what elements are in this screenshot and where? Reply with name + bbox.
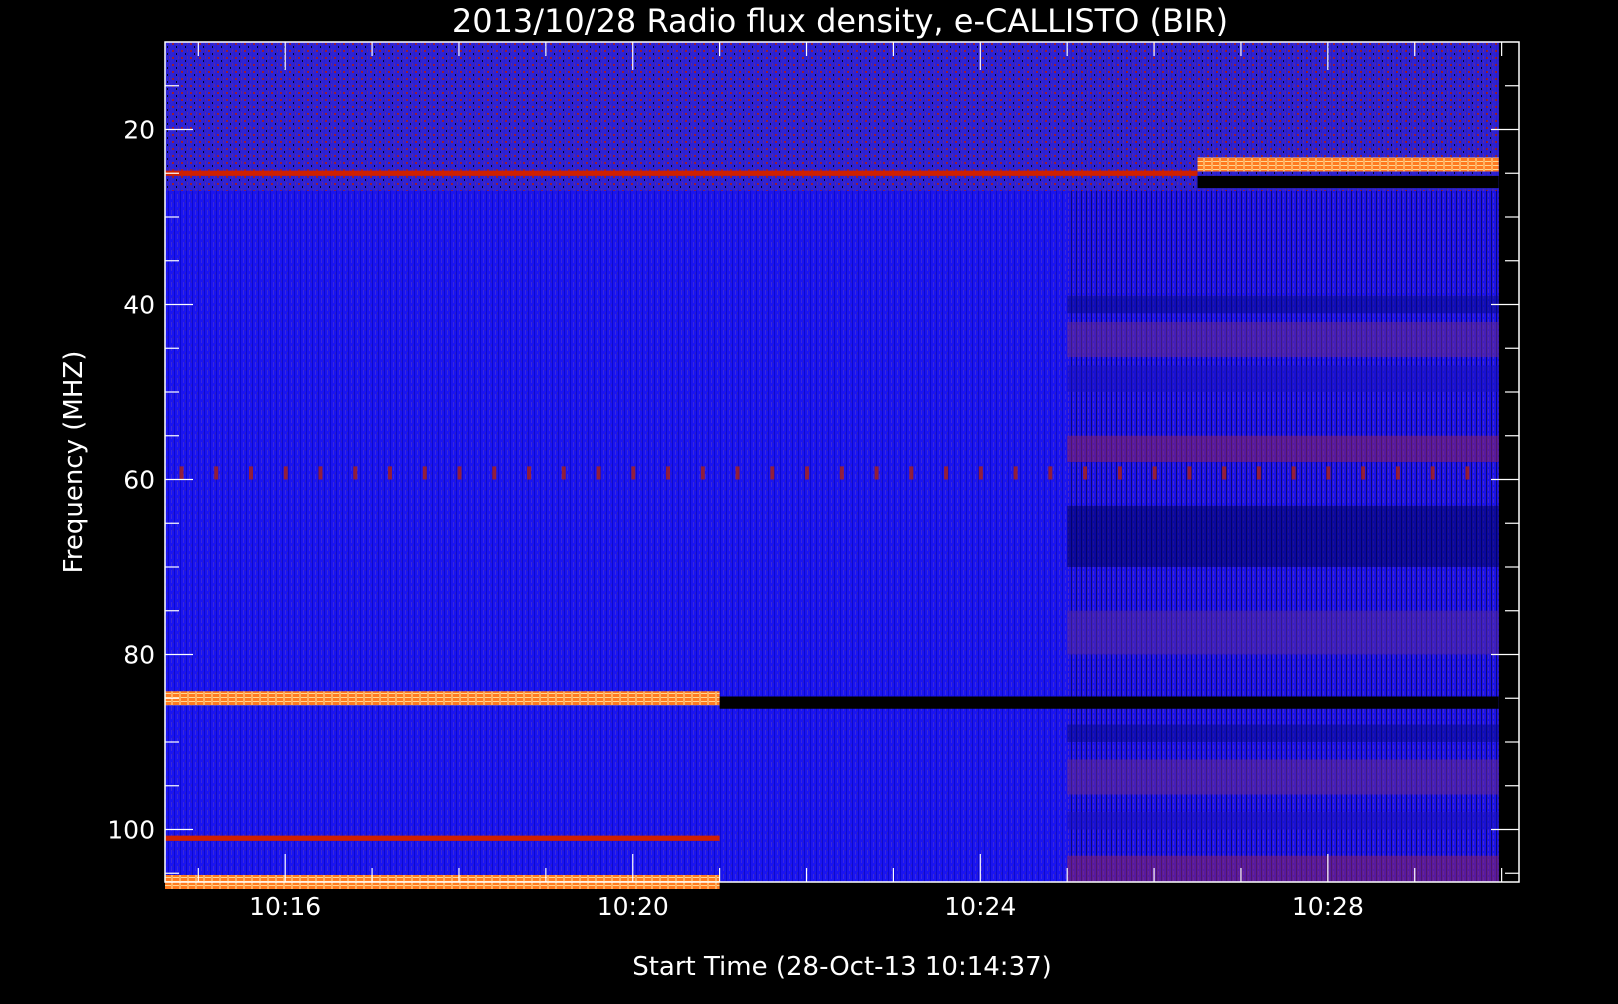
feature-dropout-7 (1197, 175, 1499, 189)
periodic-marker (1361, 466, 1366, 480)
spectrogram-svg: 2013/10/28 Radio flux density, e-CALLIST… (59, 2, 1520, 982)
periodic-marker (248, 466, 253, 480)
periodic-marker (1083, 466, 1088, 480)
band-texture-4 (1067, 435, 1499, 462)
band-texture-9 (1067, 812, 1499, 830)
periodic-marker (283, 466, 288, 480)
y-tick-label: 20 (123, 116, 155, 145)
y-tick-label: 60 (123, 466, 155, 495)
periodic-marker (492, 466, 497, 480)
y-tick-label: 40 (123, 291, 155, 320)
periodic-marker (1326, 466, 1331, 480)
periodic-marker (1222, 466, 1227, 480)
periodic-marker (666, 466, 671, 480)
band-texture-10 (1067, 855, 1499, 882)
x-axis-label: Start Time (28-Oct-13 10:14:37) (632, 952, 1052, 982)
periodic-marker (1395, 466, 1400, 480)
periodic-marker (1465, 466, 1470, 480)
feature-rfi-band-4 (165, 170, 1198, 176)
periodic-marker (1117, 466, 1122, 480)
feature-rfi-band-3 (165, 835, 720, 841)
y-axis-label: Frequency (MHZ) (59, 351, 89, 574)
band-texture-8 (1067, 759, 1499, 795)
band-texture-7 (1067, 724, 1499, 742)
periodic-marker (457, 466, 462, 480)
periodic-marker (527, 466, 532, 480)
periodic-marker (805, 466, 810, 480)
periodic-marker (770, 466, 775, 480)
periodic-marker (1152, 466, 1157, 480)
feature-rfi-band-5 (1197, 157, 1499, 172)
y-tick-label: 80 (123, 641, 155, 670)
feature-rfi-band-1 (165, 691, 720, 706)
periodic-marker (1187, 466, 1192, 480)
periodic-marker (631, 466, 636, 480)
band-texture-3 (1067, 365, 1499, 392)
periodic-marker (909, 466, 914, 480)
periodic-marker (874, 466, 879, 480)
spectrogram-chart: 2013/10/28 Radio flux density, e-CALLIST… (0, 0, 1618, 1000)
feature-dropout-6 (719, 696, 1499, 709)
periodic-marker (978, 466, 983, 480)
x-tick-label: 10:28 (1292, 892, 1364, 921)
periodic-marker (944, 466, 949, 480)
periodic-marker (561, 466, 566, 480)
periodic-marker (422, 466, 427, 480)
periodic-marker (353, 466, 358, 480)
band-texture-5 (1067, 505, 1499, 567)
periodic-marker (179, 466, 184, 480)
periodic-marker (1430, 466, 1435, 480)
x-tick-label: 10:16 (249, 892, 321, 921)
x-tick-label: 10:20 (597, 892, 669, 921)
periodic-marker (1256, 466, 1261, 480)
band-texture-6 (1067, 610, 1499, 655)
x-tick-label: 10:24 (944, 892, 1016, 921)
periodic-marker (839, 466, 844, 480)
periodic-marker (735, 466, 740, 480)
periodic-marker (596, 466, 601, 480)
band-texture-2 (1067, 322, 1499, 357)
periodic-marker (388, 466, 393, 480)
periodic-marker (1013, 466, 1018, 480)
periodic-marker (318, 466, 323, 480)
periodic-marker (1048, 466, 1053, 480)
y-tick-label: 100 (107, 816, 155, 845)
periodic-marker (700, 466, 705, 480)
chart-title: 2013/10/28 Radio flux density, e-CALLIST… (452, 2, 1228, 40)
band-texture-1 (1067, 295, 1499, 314)
periodic-marker (1291, 466, 1296, 480)
periodic-marker (214, 466, 219, 480)
